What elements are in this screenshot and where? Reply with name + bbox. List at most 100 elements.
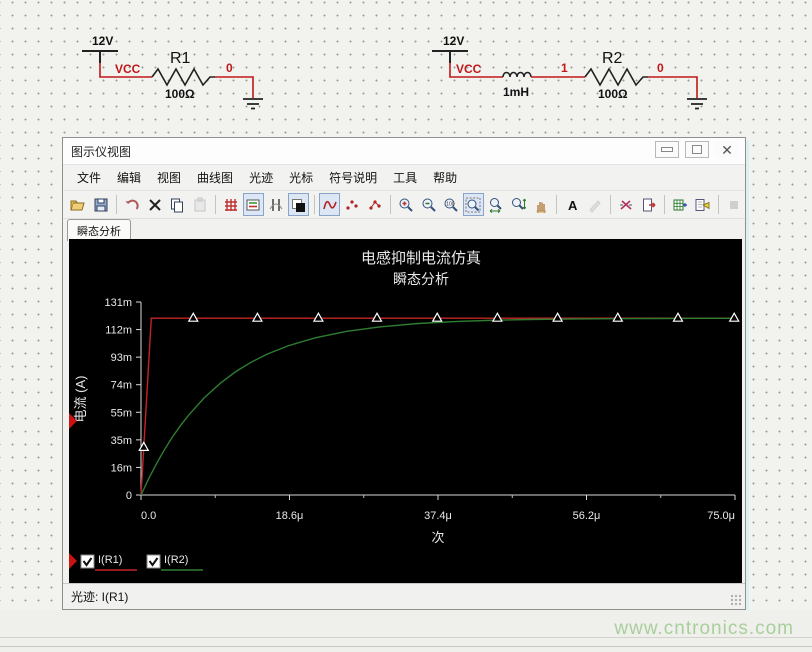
menu-item-3[interactable]: 曲线图 bbox=[189, 166, 241, 189]
ground-symbol[interactable] bbox=[687, 99, 707, 109]
zoom-100-icon: 100 bbox=[443, 197, 459, 213]
menu-item-2[interactable]: 视图 bbox=[149, 166, 189, 189]
zoom-y-button[interactable] bbox=[508, 193, 528, 216]
ground-symbol[interactable] bbox=[243, 99, 263, 109]
chart-panel: 电感抑制电流仿真瞬态分析131m112m93m74m55m35m16m00.01… bbox=[69, 239, 742, 584]
show-legend-button[interactable] bbox=[243, 193, 263, 216]
menu-item-6[interactable]: 符号说明 bbox=[321, 166, 385, 189]
wire[interactable] bbox=[215, 77, 253, 98]
zoom-out-button[interactable] bbox=[418, 193, 438, 216]
maximize-button[interactable] bbox=[685, 141, 709, 158]
y-tick-label: 112m bbox=[105, 325, 132, 337]
menu-item-5[interactable]: 光标 bbox=[281, 166, 321, 189]
line-mode-button[interactable] bbox=[319, 193, 339, 216]
zoom-x-button[interactable] bbox=[486, 193, 506, 216]
wire[interactable] bbox=[648, 77, 697, 98]
source-voltage-label: 12V bbox=[443, 34, 464, 48]
paste-button bbox=[189, 193, 209, 216]
window-title: 图示仪视图 bbox=[63, 143, 131, 160]
menu-bar: 文件编辑视图曲线图光迹光标符号说明工具帮助 bbox=[63, 165, 745, 191]
inductor-symbol[interactable] bbox=[503, 73, 531, 78]
show-grid-icon bbox=[223, 197, 239, 213]
pan-icon bbox=[533, 197, 549, 213]
net-label-vcc: VCC bbox=[115, 62, 141, 76]
resistor-value-label: 100Ω bbox=[598, 87, 628, 101]
show-cursors-button[interactable] bbox=[266, 193, 286, 216]
trace-I(R1)[interactable] bbox=[141, 318, 735, 495]
legend-item-I(R1)[interactable]: I(R1) bbox=[81, 554, 137, 570]
tab-transient-analysis[interactable]: 瞬态分析 bbox=[67, 219, 131, 241]
toolbar: 100 A bbox=[63, 191, 745, 219]
toolbar-separator bbox=[215, 195, 216, 214]
right-circuit[interactable]: 12V VCC 1mH 1 R2 100Ω 0 bbox=[432, 34, 707, 109]
export-excel-icon bbox=[672, 197, 688, 213]
copy-button[interactable] bbox=[167, 193, 187, 216]
zoom-y-icon bbox=[510, 197, 526, 213]
zoom-area-button[interactable] bbox=[463, 193, 483, 216]
undo-button[interactable] bbox=[122, 193, 142, 216]
menu-item-1[interactable]: 编辑 bbox=[109, 166, 149, 189]
text-icon: A bbox=[564, 197, 580, 213]
toolbar-separator bbox=[116, 195, 117, 214]
paste-icon bbox=[192, 197, 208, 213]
resistor-value-label: 100Ω bbox=[165, 87, 195, 101]
resistor-symbol[interactable] bbox=[152, 69, 215, 85]
svg-text:100: 100 bbox=[446, 201, 455, 207]
copy-icon bbox=[169, 197, 185, 213]
resize-grip[interactable] bbox=[730, 594, 743, 607]
window-titlebar[interactable]: 图示仪视图 ✕ bbox=[63, 138, 745, 165]
trace-marker-triangle bbox=[613, 313, 622, 321]
menu-item-8[interactable]: 帮助 bbox=[425, 166, 465, 189]
net-label-0: 0 bbox=[657, 61, 664, 75]
y-axis-label: 电流 (A) bbox=[73, 376, 88, 423]
x-tick-label: 75.0μ bbox=[707, 510, 735, 522]
y-tick-label: 0 bbox=[126, 490, 132, 502]
line-point-mode-button[interactable] bbox=[364, 193, 384, 216]
trace-marker-triangle bbox=[493, 313, 502, 321]
net-label-vcc: VCC bbox=[456, 62, 482, 76]
delete-button[interactable] bbox=[144, 193, 164, 216]
show-grid-button[interactable] bbox=[221, 193, 241, 216]
export-graph-icon bbox=[694, 197, 710, 213]
menu-item-4[interactable]: 光迹 bbox=[241, 166, 281, 189]
point-mode-button[interactable] bbox=[342, 193, 362, 216]
maximize-icon bbox=[692, 145, 702, 154]
svg-text:A: A bbox=[568, 198, 578, 213]
trace-marker-triangle bbox=[730, 313, 739, 321]
probe-button[interactable] bbox=[616, 193, 636, 216]
status-text: 光迹: I(R1) bbox=[63, 588, 128, 605]
zoom-in-icon bbox=[398, 197, 414, 213]
delete-icon bbox=[147, 197, 163, 213]
zoom-in-button[interactable] bbox=[396, 193, 416, 216]
resistor-ref-label: R2 bbox=[602, 50, 623, 67]
export-graph-button[interactable] bbox=[692, 193, 712, 216]
export-trace-button[interactable] bbox=[638, 193, 658, 216]
stop-button bbox=[724, 193, 744, 216]
black-white-icon bbox=[290, 197, 306, 213]
menu-item-7[interactable]: 工具 bbox=[385, 166, 425, 189]
zoom-100-button[interactable]: 100 bbox=[441, 193, 461, 216]
legend-label: I(R1) bbox=[98, 554, 122, 566]
trace-marker-triangle bbox=[673, 313, 682, 321]
point-mode-icon bbox=[344, 197, 360, 213]
resistor-symbol[interactable] bbox=[585, 69, 648, 85]
trace-I(R2)[interactable] bbox=[141, 318, 735, 495]
close-button[interactable]: ✕ bbox=[715, 141, 739, 158]
selected-trace-arrow bbox=[69, 553, 77, 569]
toolbar-separator bbox=[314, 195, 315, 214]
transient-chart[interactable]: 电感抑制电流仿真瞬态分析131m112m93m74m55m35m16m00.01… bbox=[69, 239, 742, 584]
left-circuit[interactable]: 12V VCC R1 100Ω 0 bbox=[82, 34, 263, 109]
black-white-button[interactable] bbox=[288, 193, 308, 216]
pan-button[interactable] bbox=[531, 193, 551, 216]
save-button[interactable] bbox=[90, 193, 110, 216]
text-button[interactable]: A bbox=[562, 193, 582, 216]
net-label-1: 1 bbox=[561, 61, 568, 75]
chart-subtitle: 瞬态分析 bbox=[393, 271, 449, 287]
close-icon: ✕ bbox=[721, 143, 733, 157]
legend-item-I(R2)[interactable]: I(R2) bbox=[147, 554, 203, 570]
open-button[interactable] bbox=[68, 193, 88, 216]
export-excel-button[interactable] bbox=[670, 193, 690, 216]
menu-item-0[interactable]: 文件 bbox=[69, 166, 109, 189]
schematic-canvas: 12V VCC R1 100Ω 0 12V VCC 1mH 1 R2 100Ω … bbox=[0, 0, 812, 136]
minimize-button[interactable] bbox=[655, 141, 679, 158]
